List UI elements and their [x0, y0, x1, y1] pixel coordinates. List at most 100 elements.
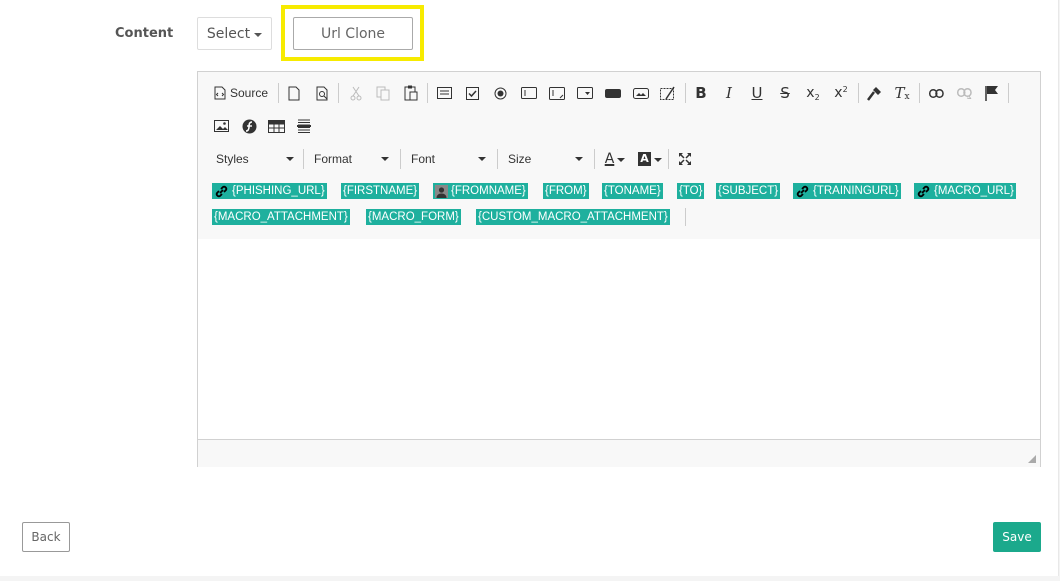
strikethrough-icon[interactable]: S [777, 82, 793, 104]
placeholder-tag[interactable]: {TRAININGURL} [793, 183, 901, 199]
placeholder-label: {FIRSTNAME} [343, 185, 418, 197]
link-icon[interactable] [927, 82, 945, 104]
text-color-button[interactable]: A [602, 148, 628, 170]
font-label: Font [411, 152, 436, 166]
placeholder-label: {FROMNAME} [451, 185, 526, 197]
placeholder-label: {TO} [679, 185, 703, 197]
copy-format-icon[interactable] [865, 82, 883, 104]
form-icon[interactable] [436, 82, 452, 104]
toolbar-separator [497, 149, 498, 169]
toolbar-separator [303, 149, 304, 169]
placeholder-tag[interactable]: {TONAME} [602, 183, 663, 199]
toolbar-separator [400, 149, 401, 169]
placeholder-tag[interactable]: {MACRO_FORM} [366, 209, 461, 225]
flash-icon[interactable] [240, 115, 258, 137]
size-label: Size [508, 152, 532, 166]
toolbar-separator [1008, 83, 1009, 103]
table-icon[interactable] [267, 115, 285, 137]
select-field-icon[interactable] [576, 82, 594, 104]
resize-handle-icon[interactable] [1028, 455, 1036, 463]
cut-icon[interactable] [348, 82, 364, 104]
subscript-icon[interactable]: x2 [804, 82, 822, 104]
toolbar-separator [278, 83, 279, 103]
placeholder-tag[interactable]: {FIRSTNAME} [341, 183, 420, 199]
placeholder-label: {TONAME} [604, 185, 661, 197]
caret-down-icon [617, 158, 626, 162]
editor-status-bar [198, 439, 1040, 467]
italic-icon[interactable]: I [721, 82, 737, 104]
link-icon [215, 185, 228, 197]
placeholder-tag[interactable]: {SUBJECT} [716, 183, 781, 199]
select-dropdown[interactable]: Select [197, 17, 272, 50]
caret-down-icon [575, 157, 583, 161]
toolbar-separator [919, 83, 920, 103]
superscript-icon[interactable]: x2 [832, 82, 850, 104]
placeholder-tag[interactable]: {MACRO_ATTACHMENT} [212, 209, 350, 225]
text-color-icon: A [604, 151, 615, 167]
remove-format-icon[interactable]: Tx [893, 82, 911, 104]
toolbar-separator [685, 208, 686, 226]
paste-icon[interactable] [403, 82, 419, 104]
copy-icon[interactable] [375, 82, 391, 104]
radio-icon[interactable] [492, 82, 508, 104]
source-label: Source [229, 86, 269, 100]
hidden-field-icon[interactable] [659, 82, 677, 104]
maximize-icon[interactable] [676, 148, 694, 170]
placeholder-tag[interactable]: {FROM} [543, 183, 589, 199]
caret-down-icon [381, 157, 389, 161]
placeholder-label: {MACRO_FORM} [368, 211, 459, 223]
editor-content-area[interactable] [198, 239, 1040, 439]
styles-combo[interactable]: Styles [216, 148, 296, 170]
horizontal-rule-icon[interactable] [295, 115, 313, 137]
checkbox-icon[interactable] [464, 82, 480, 104]
button-field-icon[interactable] [604, 82, 622, 104]
select-label: Select [206, 25, 251, 42]
url-clone-button[interactable]: Url Clone [293, 17, 413, 50]
image-button-icon[interactable] [632, 82, 650, 104]
placeholder-label: {MACRO_URL} [934, 185, 1014, 197]
bold-icon[interactable]: B [693, 82, 709, 104]
placeholder-tag[interactable]: {PHISHING_URL} [212, 183, 327, 199]
toolbar-separator [594, 149, 595, 169]
format-combo[interactable]: Format [314, 148, 391, 170]
styles-label: Styles [216, 152, 249, 166]
unlink-icon[interactable] [955, 82, 973, 104]
placeholder-tag[interactable]: {FROMNAME} [433, 183, 528, 199]
underline-icon[interactable]: U [749, 82, 765, 104]
rich-text-editor: Source B I U S x2 x2 Tx Styles Format Fo… [197, 71, 1041, 467]
save-button[interactable]: Save [993, 522, 1041, 552]
content-label: Content [115, 26, 174, 41]
image-icon[interactable] [212, 115, 230, 137]
back-button[interactable]: Back [22, 522, 70, 552]
caret-down-icon [286, 157, 294, 161]
link-icon [917, 185, 930, 197]
placeholder-label: {PHISHING_URL} [232, 185, 325, 197]
user-icon [435, 184, 448, 198]
background-color-button[interactable]: A [636, 148, 664, 170]
editor-toolbar: Source B I U S x2 x2 Tx Styles Format Fo… [198, 72, 1040, 240]
new-page-icon[interactable] [286, 82, 302, 104]
textfield-icon[interactable] [520, 82, 538, 104]
caret-down-icon [254, 32, 263, 37]
placeholder-label: {SUBJECT} [718, 185, 779, 197]
placeholder-tag[interactable]: {MACRO_URL} [914, 183, 1016, 199]
placeholder-label: {TRAININGURL} [813, 185, 899, 197]
source-icon [214, 86, 226, 100]
placeholder-label: {CUSTOM_MACRO_ATTACHMENT} [478, 211, 668, 223]
toolbar-separator [427, 83, 428, 103]
placeholder-tag[interactable]: {TO} [677, 183, 705, 199]
font-combo[interactable]: Font [411, 148, 488, 170]
source-button[interactable]: Source [212, 82, 270, 104]
placeholder-tag[interactable]: {CUSTOM_MACRO_ATTACHMENT} [476, 209, 670, 225]
placeholder-label: {FROM} [545, 185, 587, 197]
anchor-flag-icon[interactable] [983, 82, 1001, 104]
toolbar-separator [668, 149, 669, 169]
toolbar-separator [858, 83, 859, 103]
toolbar-separator [338, 83, 339, 103]
placeholder-label: {MACRO_ATTACHMENT} [214, 211, 348, 223]
textarea-icon[interactable] [548, 82, 566, 104]
size-combo[interactable]: Size [508, 148, 585, 170]
toolbar-separator [685, 83, 686, 103]
link-icon [796, 185, 809, 197]
preview-icon[interactable] [314, 82, 330, 104]
